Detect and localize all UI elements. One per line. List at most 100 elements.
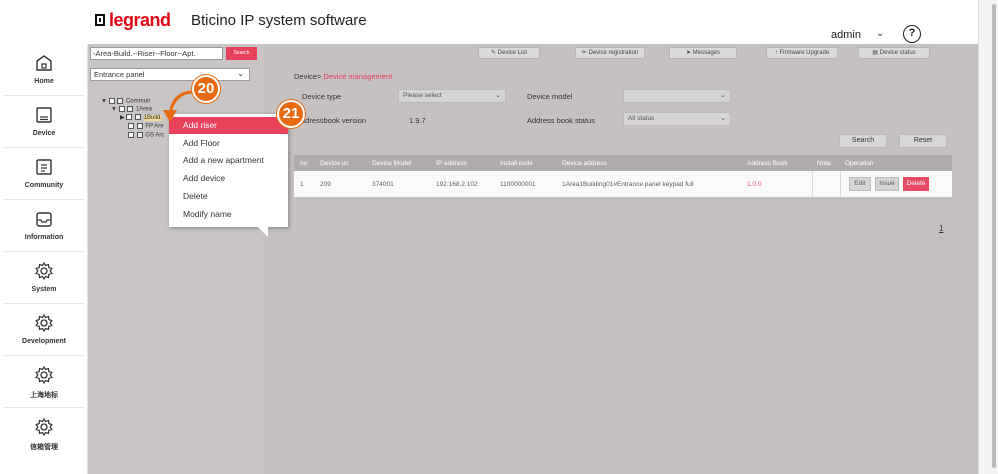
address-book-status-select[interactable]: All status ⌄: [623, 112, 731, 126]
edit-button[interactable]: Edit: [849, 177, 871, 191]
nav-item-community[interactable]: Community: [0, 148, 88, 200]
tree-node-label: Commun: [125, 98, 151, 105]
nav-label-device: Device: [32, 130, 56, 137]
firmware-upgrade-button[interactable]: ↑ Firmware Upgrade: [766, 47, 838, 59]
column-header-operation: Operation: [845, 160, 874, 167]
checkbox[interactable]: [118, 106, 125, 112]
cell-ip-address: 192.168.2.102: [436, 181, 478, 188]
tree-node-area[interactable]: ▼ 1Area: [111, 106, 152, 113]
column-divider: [812, 171, 813, 197]
nav-item-shanghai-landmark[interactable]: 上海地标: [0, 356, 88, 408]
path-search-input[interactable]: -Area-Build.--Riser--Floor--Apt.: [90, 47, 223, 60]
chevron-down-icon: ⌄: [720, 115, 726, 122]
monitor-icon: ▤: [872, 50, 878, 56]
chevron-down-icon: ⌄: [495, 92, 501, 99]
device-type-select[interactable]: Please select ⌄: [398, 89, 506, 103]
device-status-label: Device status: [879, 50, 916, 56]
messages-label: Messages: [692, 50, 721, 56]
vertical-scrollbar[interactable]: [992, 4, 996, 468]
column-header-device-uc: Device uc: [320, 160, 349, 167]
menu-item-add-device[interactable]: Add device: [169, 170, 288, 187]
cell-device-address: 1Area1Building01#Entrance panel keypad f…: [562, 181, 694, 188]
entrance-panel-value: Entrance panel: [94, 70, 145, 79]
user-name[interactable]: admin: [831, 29, 861, 41]
nav-item-mailbox-management[interactable]: 信箱管理: [0, 408, 88, 460]
address-book-status-label: Address book status: [527, 116, 595, 125]
menu-item-add-floor[interactable]: Add Floor: [169, 135, 288, 152]
nav-label-community: Community: [24, 182, 64, 189]
issue-button[interactable]: Issue: [875, 177, 899, 191]
folder-icon: [117, 98, 124, 104]
column-header-address-book: Address Book: [747, 160, 788, 167]
checkbox[interactable]: [128, 123, 134, 129]
column-header-ip-address: IP address: [436, 160, 467, 167]
device-list-label: Device List: [497, 50, 528, 56]
device-model-select[interactable]: ⌄: [623, 89, 731, 103]
nav-item-system[interactable]: System: [0, 252, 88, 304]
table-row[interactable]: 1 209 374001 192.168.2.102 1100000001 1A…: [294, 171, 952, 197]
menu-item-add-apartment[interactable]: Add a new apartment: [169, 152, 288, 169]
checkbox[interactable]: [128, 132, 134, 138]
reset-button[interactable]: Reset: [899, 134, 947, 148]
device-type-value: Please select: [403, 92, 442, 99]
delete-button[interactable]: Delete: [903, 177, 929, 191]
device-type-label: Device type: [302, 92, 342, 101]
upload-icon: ↑: [774, 50, 778, 56]
device-list-button[interactable]: ✎ Device List: [478, 47, 540, 59]
nav-label-shanghai-landmark: 上海地标: [30, 392, 58, 399]
menu-item-delete[interactable]: Delete: [169, 188, 288, 205]
nav-label-development: Development: [22, 338, 66, 345]
app-title: Bticino IP system software: [191, 12, 367, 29]
cell-no: 1: [300, 181, 304, 188]
gear-icon: [35, 313, 53, 333]
column-header-no: no: [300, 160, 308, 167]
folder-icon: [127, 106, 134, 112]
gear-icon: [35, 261, 53, 281]
legrand-logo-icon: [95, 14, 105, 26]
breadcrumb-current: Device management: [323, 72, 393, 81]
chevron-down-icon: ⌄: [237, 69, 244, 78]
device-status-button[interactable]: ▤ Device status: [858, 47, 930, 59]
callout-step-20: 20: [192, 75, 220, 103]
entrance-panel-select[interactable]: Entrance panel ⌄: [90, 68, 250, 81]
tree-node-gs-area[interactable]: GS Arc: [128, 132, 164, 139]
cell-address-book[interactable]: 1.0.0: [747, 181, 761, 188]
nav-item-information[interactable]: Information: [0, 200, 88, 252]
breadcrumb-root[interactable]: Device: [294, 72, 317, 81]
checkbox[interactable]: [126, 114, 133, 121]
device-icon: [36, 107, 52, 123]
information-icon: [36, 212, 52, 227]
brand-name: legrand: [109, 10, 171, 30]
pencil-icon: ✏: [581, 50, 587, 56]
messages-button[interactable]: ➤ Messages: [669, 47, 737, 59]
device-registration-button[interactable]: ✏ Device registration: [575, 47, 645, 59]
home-icon: [36, 55, 52, 71]
pagination-page[interactable]: 1: [939, 224, 943, 233]
help-icon[interactable]: ?: [903, 25, 921, 43]
expand-arrow-icon: ▼: [111, 106, 117, 113]
tree-node-label: GS Arc: [145, 132, 165, 139]
nav-label-information: Information: [24, 234, 64, 241]
column-divider: [840, 171, 841, 197]
expand-arrow-icon: ▶: [120, 115, 125, 121]
address-book-status-value: All status: [628, 115, 655, 122]
search-button[interactable]: Search: [839, 134, 887, 148]
nav-label-home: Home: [34, 78, 54, 85]
menu-item-modify-name[interactable]: Modify name: [169, 206, 288, 223]
addressbook-version-label: Addressbook version: [296, 116, 367, 125]
breadcrumb: Device> Device management: [294, 72, 392, 81]
checkbox[interactable]: [108, 98, 115, 104]
breadcrumb-separator: >: [316, 72, 322, 81]
context-menu-pointer: [258, 227, 268, 237]
column-header-device-address: Device address: [562, 160, 607, 167]
nav-item-home[interactable]: Home: [0, 44, 88, 96]
cell-install-code: 1100000001: [500, 181, 536, 188]
tree-search-button[interactable]: Search: [226, 47, 257, 60]
nav-item-development[interactable]: Development: [0, 304, 88, 356]
wrench-icon: ✎: [490, 50, 496, 56]
table-header: no Device uc Device Model IP address Ins…: [294, 155, 952, 171]
tree-node-community[interactable]: ▼ Commun: [101, 98, 150, 105]
chevron-down-icon[interactable]: ⌄: [876, 28, 884, 39]
expand-arrow-icon: ▼: [101, 98, 107, 105]
nav-item-device[interactable]: Device: [0, 96, 88, 148]
